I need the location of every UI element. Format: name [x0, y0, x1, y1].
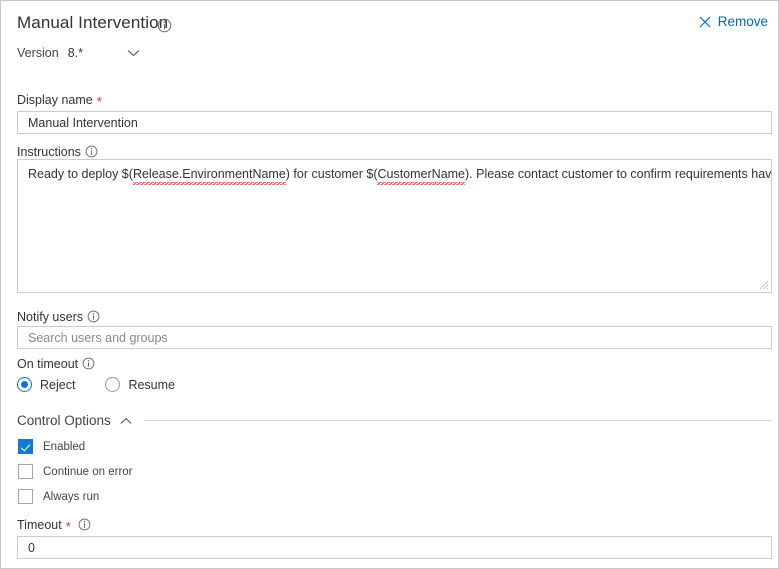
info-icon[interactable] [157, 18, 172, 33]
timeout-field-wrap [17, 536, 772, 559]
search-users-input[interactable] [17, 326, 772, 349]
resize-grip-icon[interactable] [758, 279, 769, 290]
instructions-label-text: Instructions [17, 145, 81, 159]
radio-label-reject: Reject [40, 377, 76, 392]
section-divider [143, 420, 772, 421]
control-options-title: Control Options [17, 413, 111, 428]
panel-header: Manual Intervention Remove [17, 13, 772, 37]
remove-button-label: Remove [717, 14, 768, 29]
spellcheck-underlined-token: Release.EnvironmentName [132, 167, 286, 185]
checkbox-continue-on-error[interactable] [18, 464, 33, 479]
checkbox-label-always-run: Always run [43, 490, 100, 503]
remove-button[interactable]: Remove [699, 14, 768, 29]
notify-users-label-text: Notify users [17, 310, 83, 324]
checkbox-label-continue-on-error: Continue on error [43, 465, 133, 478]
radio-mark-reject[interactable] [17, 377, 32, 392]
notify-users-label: Notify users [17, 310, 100, 324]
radio-mark-resume[interactable] [105, 377, 121, 392]
chevron-down-icon[interactable] [127, 49, 140, 57]
timeout-input[interactable] [17, 536, 772, 559]
display-name-field-wrap [17, 111, 772, 134]
info-icon[interactable] [78, 518, 91, 531]
checkbox-enabled[interactable] [18, 439, 33, 454]
task-editor-panel: Manual Intervention Remove Version 8.* D… [0, 0, 779, 569]
info-icon[interactable] [87, 310, 100, 323]
instructions-label: Instructions [17, 145, 98, 159]
instructions-textarea[interactable]: Ready to deploy $(Release.EnvironmentNam… [17, 159, 772, 293]
required-marker: * [96, 93, 102, 109]
radio-option-reject[interactable]: Reject [17, 377, 75, 392]
checkbox-label-enabled: Enabled [43, 440, 86, 453]
instructions-field-wrap: Ready to deploy $(Release.EnvironmentNam… [17, 159, 772, 293]
timeout-label: Timeout * [17, 518, 91, 534]
checkbox-row-always-run[interactable]: Always run [18, 489, 99, 504]
close-x-icon [699, 16, 711, 27]
on-timeout-label: On timeout [17, 357, 95, 371]
display-name-input[interactable] [17, 111, 772, 134]
radio-label-resume: Resume [128, 377, 175, 392]
display-name-label-text: Display name [17, 93, 93, 107]
instructions-text: Ready to deploy $(Release.EnvironmentNam… [28, 167, 772, 185]
version-selector[interactable]: Version 8.* [17, 43, 140, 63]
notify-users-field-wrap [17, 326, 772, 349]
radio-option-resume[interactable]: Resume [105, 377, 175, 392]
version-label: Version [17, 46, 59, 60]
required-marker: * [65, 518, 71, 534]
on-timeout-radio-group: Reject Resume [17, 377, 175, 392]
panel-content: Manual Intervention Remove Version 8.* D… [17, 1, 772, 568]
checkbox-row-enabled[interactable]: Enabled [18, 439, 85, 454]
on-timeout-label-text: On timeout [17, 357, 79, 371]
control-options-section-header[interactable]: Control Options [17, 413, 772, 428]
spellcheck-underlined-token: CustomerName [377, 167, 466, 185]
checkbox-row-continue-on-error[interactable]: Continue on error [18, 464, 133, 479]
display-name-label: Display name * [17, 93, 102, 109]
chevron-up-icon[interactable] [120, 417, 132, 425]
timeout-label-text: Timeout [17, 518, 62, 532]
version-value: 8.* [67, 46, 83, 60]
info-icon[interactable] [82, 357, 95, 370]
checkbox-always-run[interactable] [18, 489, 33, 504]
page-title: Manual Intervention [17, 13, 169, 32]
info-icon[interactable] [85, 145, 98, 158]
